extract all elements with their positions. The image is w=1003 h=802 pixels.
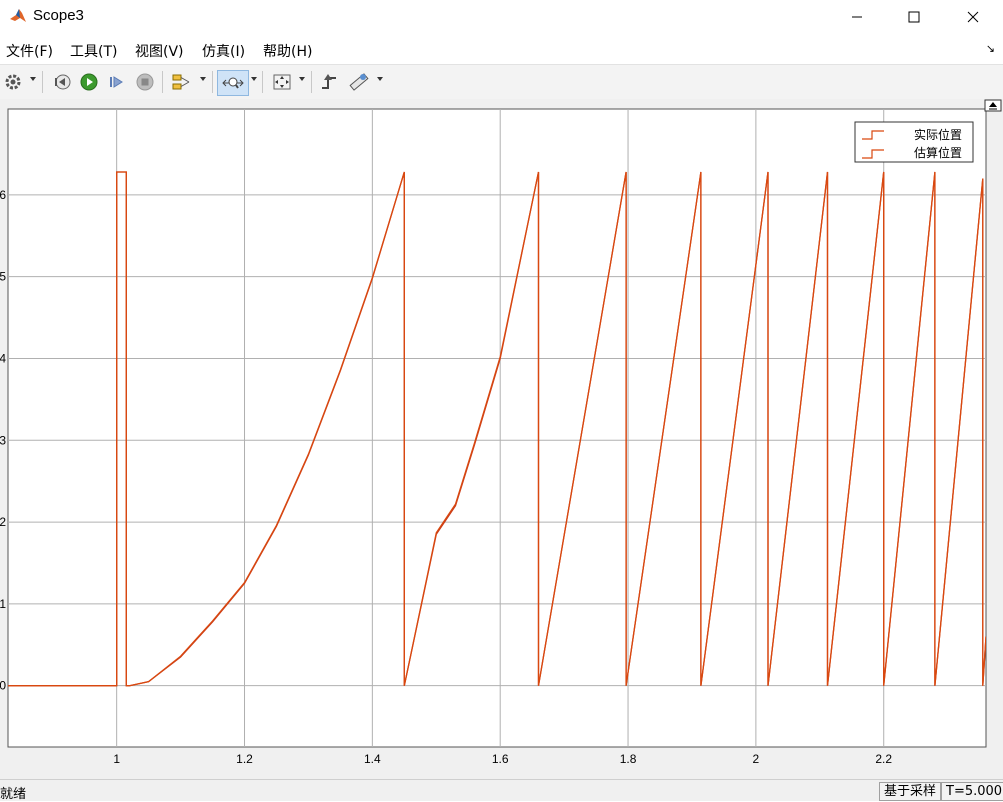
x-tick-label: 1.8 — [620, 752, 637, 766]
highlight-block-icon[interactable] — [170, 70, 194, 94]
settings-dropdown-icon[interactable] — [30, 77, 36, 81]
menu-bar: 文件(F) 工具(T) 视图(V) 仿真(I) 帮助(H) ↘ — [0, 38, 1003, 62]
stop-icon[interactable] — [134, 70, 156, 94]
window-title: Scope3 — [33, 7, 84, 24]
x-tick-label: 2.2 — [875, 752, 892, 766]
x-tick-label: 1.4 — [364, 752, 381, 766]
y-tick-label: 4 — [0, 351, 6, 365]
step-back-icon[interactable] — [51, 70, 73, 94]
legend-label-actual: 实际位置 — [914, 127, 962, 142]
legend-label-estimated: 估算位置 — [914, 145, 962, 160]
step-forward-icon[interactable] — [105, 70, 127, 94]
settings-gear-icon[interactable] — [2, 70, 24, 94]
y-tick-label: 0 — [0, 679, 6, 693]
toolbar — [0, 64, 1003, 100]
menu-help[interactable]: 帮助(H) — [263, 41, 312, 61]
zoom-x-icon[interactable] — [217, 70, 249, 96]
toolbar-separator — [311, 71, 312, 93]
scope-chart[interactable]: 1 1.2 1.4 1.6 1.8 2 2.2 0 1 2 3 4 5 6 实际位置 估算位置 — [0, 99, 1003, 779]
sim-time-text: T=5.000 — [941, 782, 1003, 801]
x-tick-label: 1.2 — [236, 752, 253, 766]
status-bar: 就绪 基于采样 T=5.000 — [0, 779, 1003, 802]
triggers-icon[interactable] — [318, 70, 342, 94]
measurements-icon[interactable] — [347, 70, 371, 94]
matlab-logo-icon — [9, 7, 27, 25]
plot-axes-box — [7, 108, 987, 748]
y-tick-label: 3 — [0, 433, 6, 447]
toolbar-separator — [42, 71, 43, 93]
menu-simulation[interactable]: 仿真(I) — [202, 41, 245, 61]
undock-button[interactable] — [984, 99, 1002, 112]
menu-file[interactable]: 文件(F) — [6, 41, 53, 61]
menu-view[interactable]: 视图(V) — [135, 41, 184, 61]
y-tick-label: 6 — [0, 188, 6, 202]
menu-tools[interactable]: 工具(T) — [70, 41, 117, 61]
sampling-mode-text: 基于采样 — [879, 782, 942, 801]
x-tick-label: 1.6 — [492, 752, 509, 766]
measurements-dropdown-icon[interactable] — [377, 77, 383, 81]
x-tick-label: 2 — [753, 752, 760, 766]
y-tick-label: 5 — [0, 270, 6, 284]
dock-arrow-icon[interactable]: ↘ — [986, 42, 995, 55]
y-tick-label: 2 — [0, 515, 6, 529]
y-tick-label: 1 — [0, 597, 6, 611]
zoom-dropdown-icon[interactable] — [251, 77, 257, 81]
toolbar-separator — [262, 71, 263, 93]
run-icon[interactable] — [78, 70, 100, 94]
status-ready-text: 就绪 — [0, 787, 27, 802]
title-bar: Scope3 — [0, 0, 1003, 34]
fit-to-view-icon[interactable] — [270, 70, 294, 94]
highlight-dropdown-icon[interactable] — [200, 77, 206, 81]
scope-plot-area: 1 1.2 1.4 1.6 1.8 2 2.2 0 1 2 3 4 5 6 实际位置 估算位置 — [0, 99, 1003, 779]
legend: 实际位置 估算位置 — [854, 121, 974, 163]
fit-dropdown-icon[interactable] — [299, 77, 305, 81]
close-button[interactable] — [950, 0, 996, 33]
x-tick-label: 1 — [113, 752, 120, 766]
toolbar-separator — [212, 71, 213, 93]
toolbar-separator — [162, 71, 163, 93]
maximize-button[interactable] — [891, 0, 937, 33]
minimize-button[interactable] — [834, 0, 880, 33]
